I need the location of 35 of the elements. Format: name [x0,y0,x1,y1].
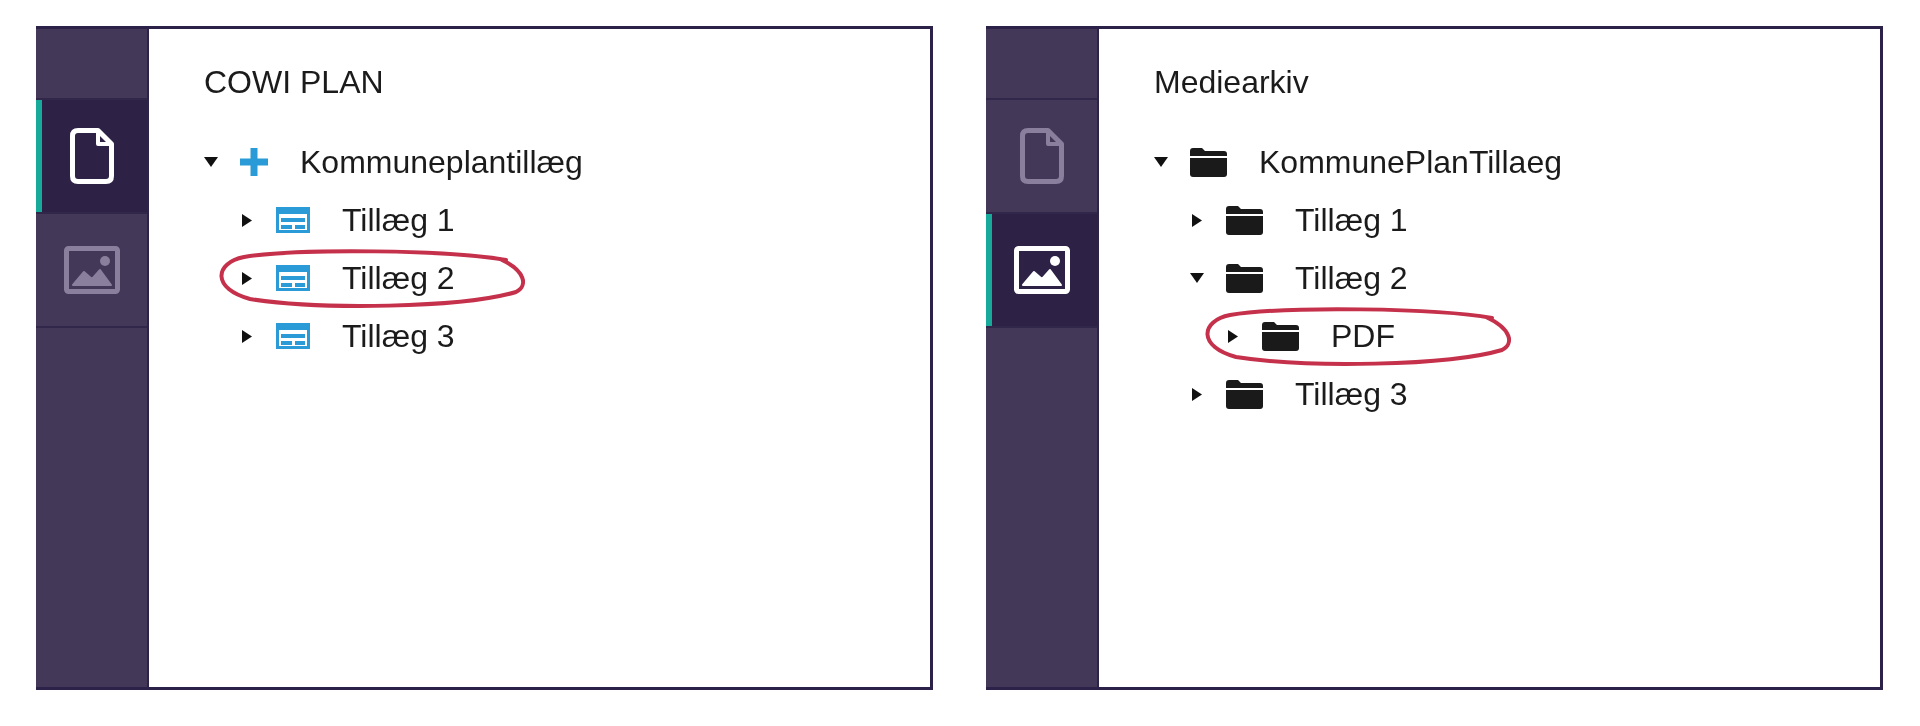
image-tab[interactable] [986,214,1097,328]
image-icon [63,246,120,294]
caret-icon[interactable] [242,329,252,343]
panel-title: Mediearkiv [1154,63,1309,102]
plus-icon [240,148,268,176]
caret-icon[interactable] [242,271,252,285]
caret-icon[interactable] [1190,273,1204,283]
tree-item[interactable]: PDF [1331,316,1395,356]
folder-icon [1226,263,1263,293]
tree-item[interactable]: Tillæg 3 [342,316,455,356]
tree-item[interactable]: KommunePlanTillaeg [1259,142,1562,182]
image-icon [1013,246,1070,294]
folder-icon [1226,205,1263,235]
tree-item[interactable]: Tillæg 1 [342,200,455,240]
document-tab[interactable] [36,100,147,214]
layout-icon [276,323,310,349]
caret-icon[interactable] [204,157,218,167]
caret-icon[interactable] [1192,387,1202,401]
folder-icon [1226,379,1263,409]
document-icon [1019,128,1064,184]
folder-icon [1190,147,1227,177]
document-icon [69,128,114,184]
panel-title: COWI PLAN [204,63,384,102]
tree-item[interactable]: Tillæg 1 [1295,200,1408,240]
caret-icon[interactable] [1228,329,1238,343]
caret-icon[interactable] [242,213,252,227]
caret-icon[interactable] [1192,213,1202,227]
folder-icon [1262,321,1299,351]
layout-icon [276,265,310,291]
tree-item[interactable]: Tillæg 2 [1295,258,1408,298]
caret-icon[interactable] [1154,157,1168,167]
tree-item[interactable]: Tillæg 3 [1295,374,1408,414]
tree-item[interactable]: Kommuneplantillæg [300,142,583,182]
layout-icon [276,207,310,233]
tree-item[interactable]: Tillæg 2 [342,258,455,298]
